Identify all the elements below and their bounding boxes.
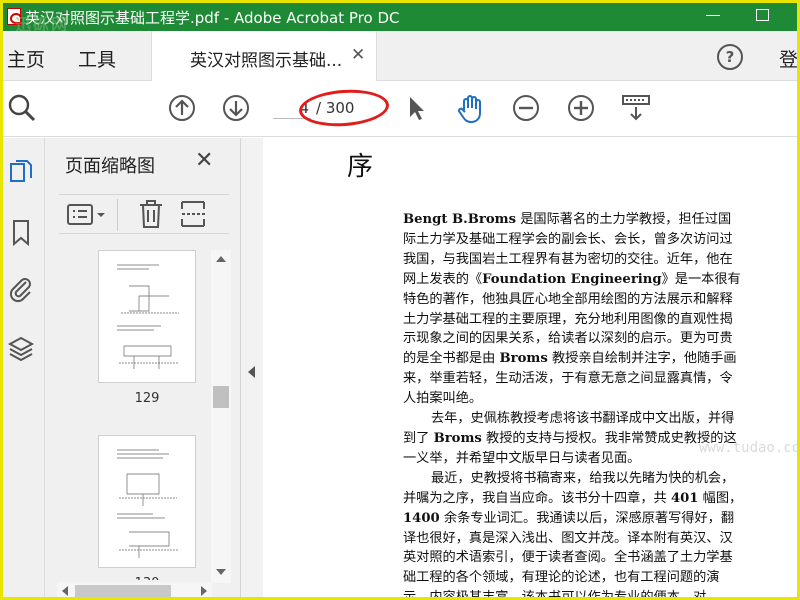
close-panel-icon[interactable]: ✕ bbox=[195, 148, 213, 173]
scrollbar-thumb[interactable] bbox=[75, 585, 171, 597]
window-title: 英汉对照图示基础工程学.pdf - Adobe Acrobat Pro DC bbox=[25, 9, 400, 27]
toolbar: 4 / 300 bbox=[3, 81, 797, 137]
attachment-icon[interactable] bbox=[7, 274, 35, 304]
scroll-left-icon[interactable] bbox=[61, 586, 69, 596]
hand-tool-icon[interactable] bbox=[455, 93, 487, 125]
zoom-in-icon[interactable] bbox=[566, 93, 596, 123]
collapse-panel-strip[interactable] bbox=[241, 138, 263, 597]
title-bar: 英汉对照图示基础工程学.pdf - Adobe Acrobat Pro DC 迅… bbox=[3, 3, 797, 34]
document-body: Bengt B.Broms 是国际著名的土力学教授，担任过国际土力学及基础工程学… bbox=[403, 210, 743, 600]
delete-icon[interactable] bbox=[137, 199, 165, 229]
select-cursor-icon[interactable] bbox=[403, 93, 429, 123]
page-heading: 序 bbox=[347, 152, 374, 182]
next-page-icon[interactable] bbox=[221, 93, 251, 123]
thumbnail-panel: 页面缩略图 ✕ 129 bbox=[45, 138, 241, 597]
split-page-icon[interactable] bbox=[179, 199, 209, 229]
thumbnail-page-number: 130 bbox=[98, 576, 196, 580]
page-display-icon[interactable] bbox=[620, 93, 652, 125]
previous-page-icon[interactable] bbox=[167, 93, 197, 123]
navigation-rail bbox=[3, 138, 45, 597]
maximize-button[interactable] bbox=[756, 9, 769, 21]
collapse-arrow-icon[interactable] bbox=[248, 366, 255, 378]
minimize-button[interactable] bbox=[706, 15, 720, 16]
panel-title: 页面缩略图 bbox=[65, 156, 155, 177]
help-icon[interactable]: ? bbox=[717, 44, 743, 70]
app-window: 英汉对照图示基础工程学.pdf - Adobe Acrobat Pro DC 迅… bbox=[0, 0, 800, 600]
scroll-down-icon[interactable] bbox=[216, 568, 226, 576]
tab-tools[interactable]: 工具 bbox=[78, 45, 116, 72]
tab-document-label: 英汉对照图示基础... bbox=[190, 51, 343, 71]
page-thumbnail[interactable] bbox=[98, 435, 196, 568]
divider bbox=[117, 199, 118, 231]
tab-bar: 主页 工具 英汉对照图示基础... ✕ ? 登 bbox=[3, 31, 797, 81]
tab-home[interactable]: 主页 bbox=[7, 45, 45, 72]
zoom-search-icon[interactable] bbox=[7, 93, 37, 123]
tab-document[interactable]: 英汉对照图示基础... ✕ bbox=[151, 31, 377, 81]
document-paragraph: Bengt B.Broms 是国际著名的土力学教授，担任过国际土力学及基础工程学… bbox=[403, 212, 741, 407]
bookmark-icon[interactable] bbox=[7, 218, 35, 248]
horizontal-scrollbar[interactable] bbox=[57, 582, 212, 597]
scroll-right-icon[interactable] bbox=[200, 586, 208, 596]
document-paragraph: 最近，史教授将书稿寄来，给我以先睹为快的机会，并嘱为之序，我自当应命。该书分十四… bbox=[403, 470, 743, 600]
options-menu-icon[interactable] bbox=[67, 203, 107, 227]
document-paragraph: 去年，史佩栋教授考虑将该书翻译成中文出版，并得到了 Broms 教授的支持与授权… bbox=[403, 411, 737, 466]
scroll-up-icon[interactable] bbox=[216, 255, 226, 263]
scrollbar-thumb[interactable] bbox=[213, 386, 229, 408]
vertical-scrollbar[interactable] bbox=[211, 250, 231, 583]
thumbnail-page-number: 129 bbox=[134, 391, 160, 406]
page-thumbnail[interactable] bbox=[98, 250, 196, 383]
panel-toolbar bbox=[59, 194, 229, 234]
thumbnail-list: 129 130 bbox=[55, 250, 213, 580]
page-thumbnails-icon[interactable] bbox=[7, 158, 35, 188]
watermark-right: www.tudao.com bbox=[699, 440, 800, 456]
document-view[interactable]: 序 Bengt B.Broms 是国际著名的土力学教授，担任过国际土力学及基础工… bbox=[263, 138, 797, 600]
zoom-out-icon[interactable] bbox=[511, 93, 541, 123]
layers-icon[interactable] bbox=[7, 334, 35, 364]
close-tab-icon[interactable]: ✕ bbox=[351, 45, 365, 65]
sign-in-button[interactable]: 登 bbox=[779, 45, 797, 72]
